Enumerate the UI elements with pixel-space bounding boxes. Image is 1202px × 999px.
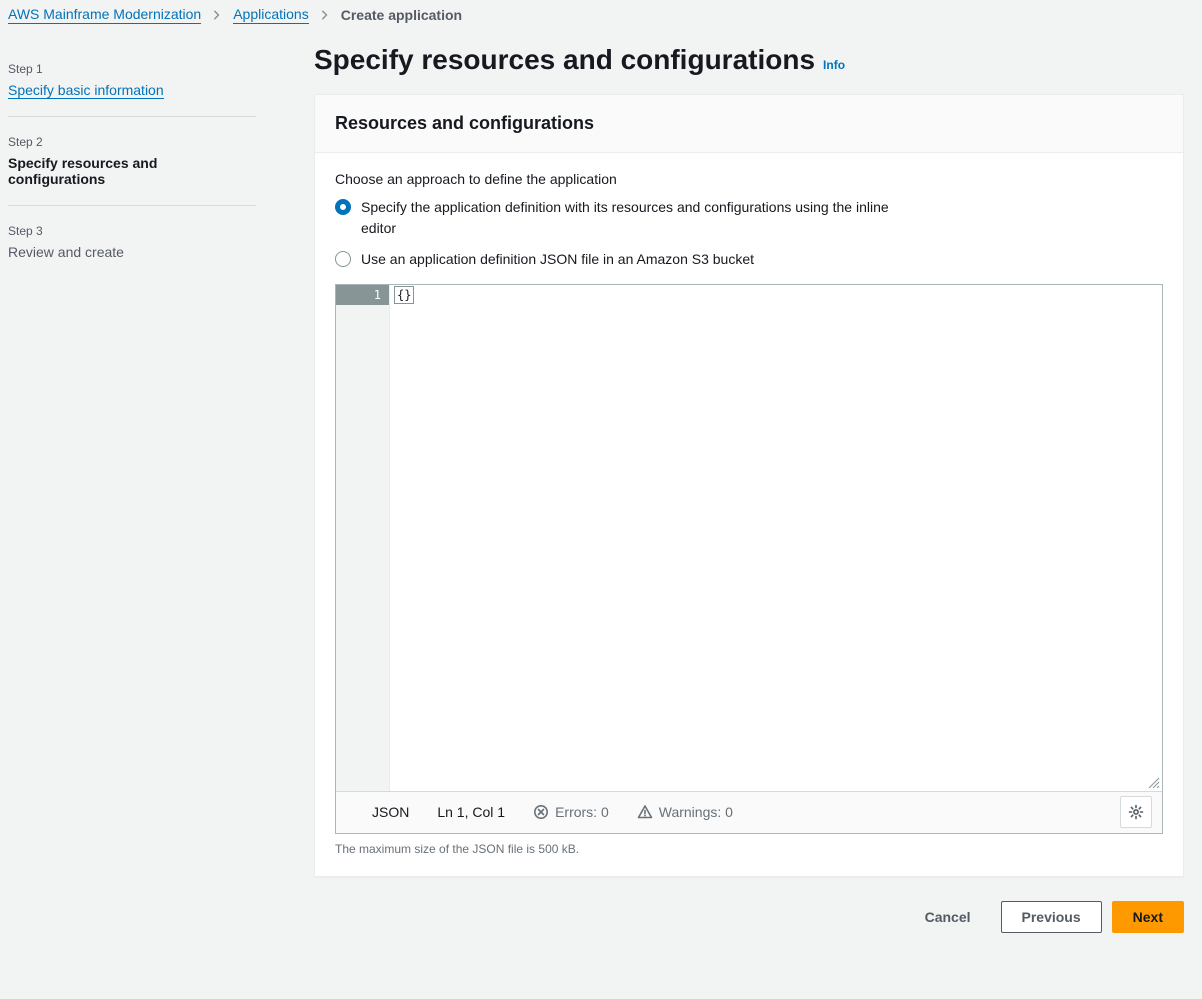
wizard-step-2: Step 2 Specify resources and configurati…	[8, 116, 256, 205]
radio-label: Specify the application definition with …	[361, 197, 921, 239]
wizard-step-3: Step 3 Review and create	[8, 205, 256, 278]
resize-handle-icon[interactable]	[1148, 777, 1160, 789]
radio-inline-editor[interactable]: Specify the application definition with …	[335, 197, 1163, 239]
json-editor: 1 {} JSON Ln 1, Col 1	[335, 284, 1163, 834]
previous-button[interactable]: Previous	[1001, 901, 1102, 933]
resources-panel: Resources and configurations Choose an a…	[314, 94, 1184, 877]
radio-label: Use an application definition JSON file …	[361, 249, 754, 270]
editor-area[interactable]: 1 {}	[336, 285, 1162, 791]
panel-header: Resources and configurations	[315, 95, 1183, 153]
main-content: Specify resources and configurations Inf…	[280, 34, 1202, 953]
info-link[interactable]: Info	[823, 58, 845, 72]
wizard-actions: Cancel Previous Next	[314, 901, 1184, 933]
radio-s3-bucket[interactable]: Use an application definition JSON file …	[335, 249, 1163, 270]
editor-errors: Errors: 0	[533, 804, 609, 820]
wizard-step-1[interactable]: Step 1 Specify basic information	[8, 58, 256, 116]
wizard-step-label: Step 1	[8, 62, 256, 76]
editor-settings-button[interactable]	[1120, 796, 1152, 828]
wizard-step-title: Specify resources and configurations	[8, 155, 256, 187]
chevron-right-icon	[319, 9, 331, 21]
editor-helper-text: The maximum size of the JSON file is 500…	[335, 842, 1163, 856]
editor-gutter: 1	[336, 285, 390, 791]
next-button[interactable]: Next	[1112, 901, 1184, 933]
wizard-nav: Step 1 Specify basic information Step 2 …	[0, 34, 280, 278]
line-number: 1	[336, 285, 389, 305]
editor-content: {}	[394, 286, 414, 304]
approach-label: Choose an approach to define the applica…	[335, 171, 1163, 187]
breadcrumb-link-applications[interactable]: Applications	[233, 6, 309, 24]
chevron-right-icon	[211, 9, 223, 21]
approach-radio-group: Specify the application definition with …	[335, 197, 1163, 270]
error-icon	[533, 804, 549, 820]
breadcrumb-current: Create application	[341, 7, 462, 23]
panel-title: Resources and configurations	[335, 113, 1163, 134]
cancel-button[interactable]: Cancel	[905, 901, 991, 933]
breadcrumb: AWS Mainframe Modernization Applications…	[0, 0, 1202, 34]
radio-button[interactable]	[335, 199, 351, 215]
breadcrumb-link-root[interactable]: AWS Mainframe Modernization	[8, 6, 201, 24]
gear-icon	[1128, 804, 1144, 820]
editor-lang: JSON	[372, 804, 409, 820]
editor-warnings: Warnings: 0	[637, 804, 733, 820]
editor-status-bar: JSON Ln 1, Col 1 Errors: 0	[336, 791, 1162, 833]
editor-position: Ln 1, Col 1	[437, 804, 505, 820]
warning-icon	[637, 804, 653, 820]
wizard-step-title[interactable]: Specify basic information	[8, 82, 164, 99]
editor-code[interactable]: {}	[390, 285, 1162, 791]
wizard-step-label: Step 3	[8, 224, 256, 238]
wizard-step-label: Step 2	[8, 135, 256, 149]
wizard-step-title: Review and create	[8, 244, 256, 260]
radio-button[interactable]	[335, 251, 351, 267]
page-title: Specify resources and configurations	[314, 44, 815, 76]
